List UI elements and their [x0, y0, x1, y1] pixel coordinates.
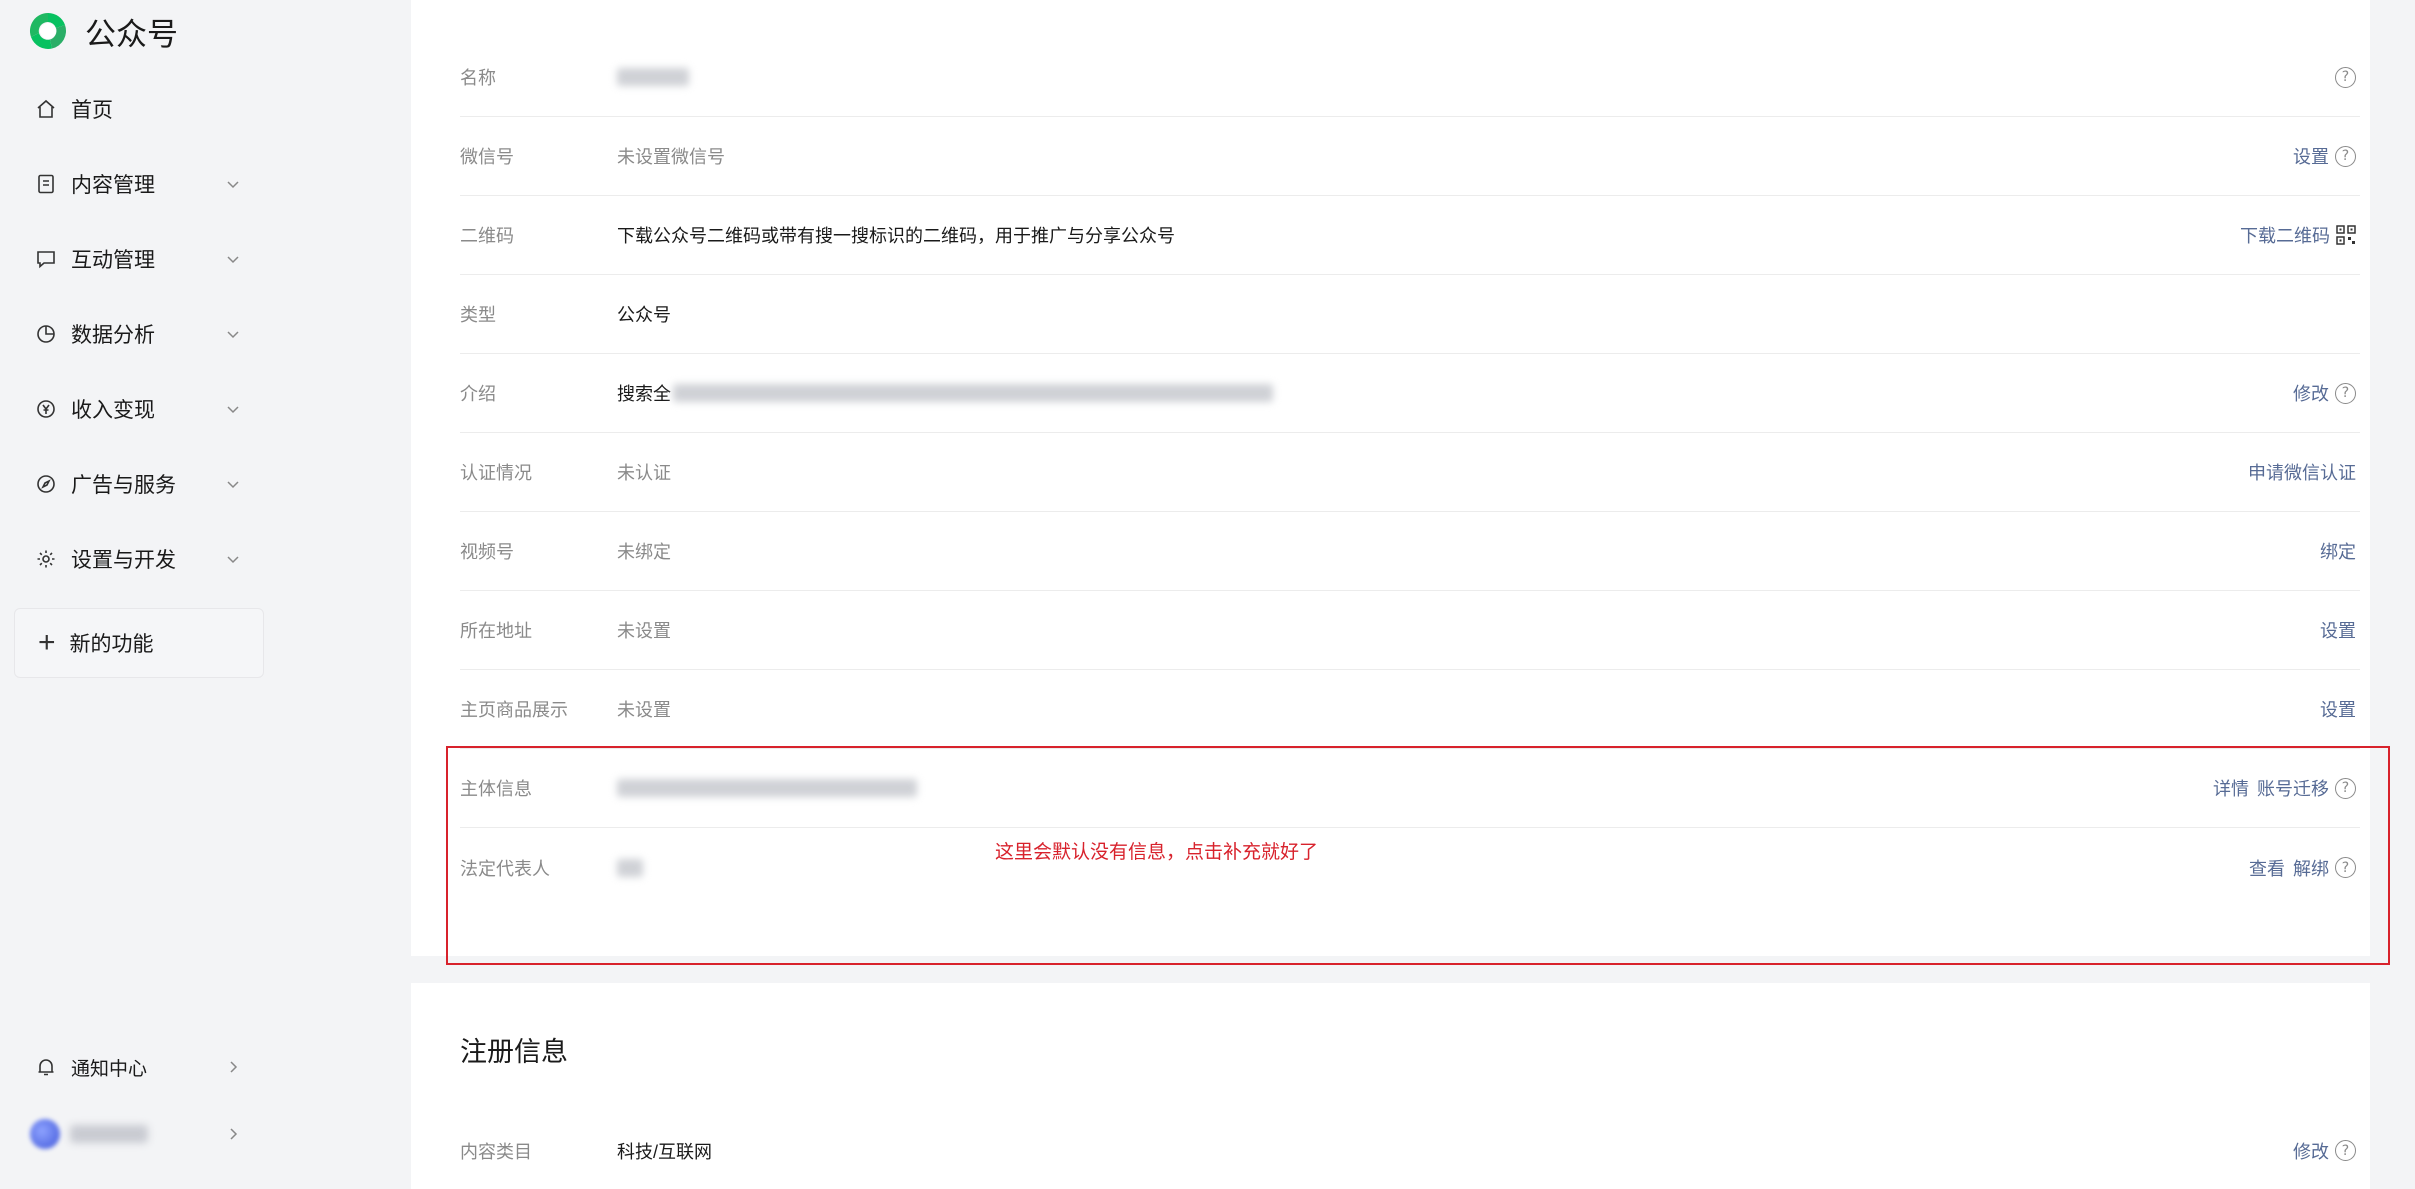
chevron-down-icon: [227, 331, 239, 339]
row-label: 微信号: [460, 147, 514, 167]
sidebar-item-label: 首页: [71, 99, 113, 122]
sidebar-item-settings[interactable]: 设置与开发: [0, 534, 260, 584]
yen-icon: [35, 398, 57, 420]
download-qrcode-link[interactable]: 下载二维码: [2240, 222, 2330, 248]
notification-center-label: 通知中心: [71, 1058, 148, 1080]
row-address: 所在地址 未设置 设置: [460, 591, 2360, 670]
row-value: 未设置: [617, 700, 671, 720]
row-value: 未绑定: [617, 542, 671, 562]
bell-icon: [35, 1056, 57, 1078]
qrcode-icon[interactable]: [2336, 225, 2356, 245]
account-name-redacted: [70, 1125, 148, 1143]
row-channels: 视频号 未绑定 绑定: [460, 512, 2360, 591]
help-icon[interactable]: ?: [2335, 145, 2356, 167]
annotation-box: [446, 746, 2390, 965]
row-value: 搜索全: [617, 380, 2293, 406]
row-value: 未设置: [617, 621, 671, 641]
row-name: 名称 ?: [460, 38, 2360, 117]
chevron-right-icon: [230, 1061, 238, 1073]
row-label: 介绍: [460, 384, 496, 404]
gear-icon: [35, 548, 57, 570]
sidebar-item-analytics[interactable]: 数据分析: [0, 309, 260, 359]
home-icon: [35, 98, 57, 120]
row-value: [617, 68, 2329, 86]
sidebar: 公众号 首页 内容管理 互动管理 数据分析 收入变现 广告与服务 设置与开发 +…: [0, 0, 411, 1189]
help-icon[interactable]: ?: [2335, 1140, 2356, 1161]
apply-verification-link[interactable]: 申请微信认证: [2248, 459, 2356, 485]
chevron-down-icon: [227, 406, 239, 414]
row-type: 类型 公众号: [460, 275, 2360, 354]
row-value: 未认证: [617, 463, 671, 483]
row-value: 下载公众号二维码或带有搜一搜标识的二维码，用于推广与分享公众号: [617, 226, 1175, 246]
sidebar-item-label: 互动管理: [71, 249, 155, 272]
logo[interactable]: 公众号: [26, 9, 178, 53]
sidebar-item-monetization[interactable]: 收入变现: [0, 384, 260, 434]
intro-text: 搜索全: [617, 384, 671, 404]
row-label: 所在地址: [460, 621, 532, 641]
app-title: 公众号: [85, 16, 178, 52]
row-wechat-id: 微信号 未设置微信号 设置?: [460, 117, 2360, 196]
annotation-text: 这里会默认没有信息，点击补充就好了: [995, 842, 1319, 863]
set-wechat-id-link[interactable]: 设置: [2293, 143, 2329, 169]
sidebar-item-label: 数据分析: [71, 324, 155, 347]
help-icon[interactable]: ?: [2335, 382, 2356, 404]
sidebar-item-label: 收入变现: [71, 399, 155, 422]
row-label: 认证情况: [460, 463, 532, 483]
avatar: [30, 1119, 60, 1149]
row-verification: 认证情况 未认证 申请微信认证: [460, 433, 2360, 512]
compass-icon: [35, 473, 57, 495]
row-value: 公众号: [617, 305, 671, 325]
sidebar-item-interaction[interactable]: 互动管理: [0, 234, 260, 284]
bind-channels-link[interactable]: 绑定: [2320, 538, 2356, 564]
pie-chart-icon: [35, 323, 57, 345]
edit-intro-link[interactable]: 修改: [2293, 380, 2329, 406]
intro-redacted: [673, 384, 1273, 402]
chevron-down-icon: [227, 181, 239, 189]
row-label: 主页商品展示: [460, 700, 568, 720]
wechat-official-logo-icon: [29, 12, 67, 49]
chevron-down-icon: [227, 556, 239, 564]
row-value: 未设置微信号: [617, 147, 725, 167]
document-icon: [35, 173, 57, 195]
plus-icon: +: [38, 626, 56, 659]
sidebar-item-label: 设置与开发: [71, 549, 176, 572]
name-redacted: [617, 68, 689, 86]
new-feature-label: 新的功能: [69, 633, 154, 656]
sidebar-item-content[interactable]: 内容管理: [0, 159, 260, 209]
sidebar-item-label: 内容管理: [71, 174, 155, 197]
row-label: 内容类目: [460, 1141, 532, 1162]
row-label: 视频号: [460, 542, 514, 562]
notification-center[interactable]: 通知中心: [0, 1045, 260, 1089]
edit-category-link[interactable]: 修改: [2293, 1138, 2329, 1164]
row-label: 名称: [460, 68, 496, 88]
account-profile[interactable]: [0, 1112, 260, 1156]
sidebar-item-ads[interactable]: 广告与服务: [0, 459, 260, 509]
help-icon[interactable]: ?: [2335, 66, 2356, 88]
set-address-link[interactable]: 设置: [2320, 617, 2356, 643]
sidebar-item-home[interactable]: 首页: [0, 84, 260, 134]
row-homepage-products: 主页商品展示 未设置 设置: [460, 670, 2360, 749]
chevron-right-icon: [230, 1128, 238, 1140]
row-intro: 介绍 搜索全 修改?: [460, 354, 2360, 433]
sidebar-item-label: 广告与服务: [71, 474, 176, 497]
chat-icon: [35, 248, 57, 270]
registration-title: 注册信息: [460, 1037, 568, 1067]
chevron-down-icon: [227, 481, 239, 489]
row-label: 二维码: [460, 226, 514, 246]
new-feature-button[interactable]: + 新的功能: [14, 608, 264, 678]
row-value: 科技/互联网: [617, 1141, 713, 1162]
row-qrcode: 二维码 下载公众号二维码或带有搜一搜标识的二维码，用于推广与分享公众号 下载二维…: [460, 196, 2360, 275]
row-label: 类型: [460, 305, 496, 325]
row-content-category: 内容类目 科技/互联网 修改?: [460, 1111, 2360, 1189]
chevron-down-icon: [227, 256, 239, 264]
set-homepage-products-link[interactable]: 设置: [2320, 696, 2356, 722]
